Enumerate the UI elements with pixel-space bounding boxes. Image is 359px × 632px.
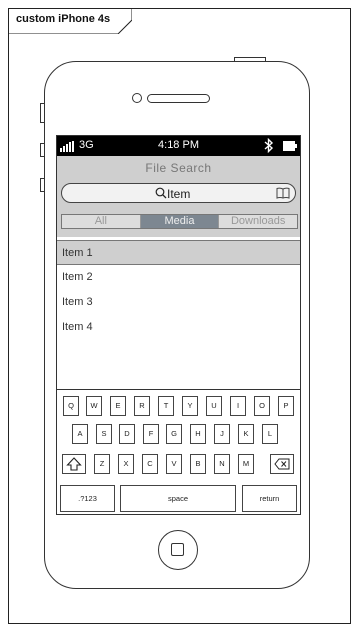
key-u[interactable]: U — [206, 396, 222, 416]
list-item[interactable]: Item 2 — [57, 265, 300, 290]
earpiece-speaker — [147, 94, 210, 103]
key-n[interactable]: N — [214, 454, 230, 474]
key-f[interactable]: F — [143, 424, 159, 444]
segmented-control: All Media Downloads — [61, 214, 298, 229]
keyboard: Q W E R T Y U I O P A S D F G H J K L Z … — [57, 389, 300, 514]
key-z[interactable]: Z — [94, 454, 110, 474]
list-item[interactable]: Item 4 — [57, 315, 300, 340]
key-o[interactable]: O — [254, 396, 270, 416]
list-item[interactable]: Item 1 — [57, 240, 300, 265]
key-w[interactable]: W — [86, 396, 102, 416]
key-q[interactable]: Q — [63, 396, 79, 416]
shift-icon — [66, 457, 82, 471]
key-p[interactable]: P — [278, 396, 294, 416]
key-b[interactable]: B — [190, 454, 206, 474]
key-m[interactable]: M — [238, 454, 254, 474]
key-c[interactable]: C — [142, 454, 158, 474]
search-icon — [155, 187, 167, 199]
numbers-key[interactable]: .?123 — [60, 485, 115, 512]
home-square-icon — [171, 543, 184, 556]
search-query: Item — [167, 187, 191, 201]
status-bar: 3G 4:18 PM — [57, 136, 300, 156]
shift-key[interactable] — [62, 454, 86, 474]
bluetooth-icon — [264, 138, 274, 153]
home-button[interactable] — [158, 530, 198, 570]
key-t[interactable]: T — [158, 396, 174, 416]
search-input[interactable]: Item — [61, 183, 296, 203]
key-j[interactable]: J — [214, 424, 230, 444]
list-item[interactable]: Item 3 — [57, 290, 300, 315]
key-r[interactable]: R — [134, 396, 150, 416]
frame-title: custom iPhone 4s — [16, 13, 111, 25]
segment-media[interactable]: Media — [140, 215, 220, 228]
front-camera — [132, 93, 142, 103]
key-a[interactable]: A — [72, 424, 88, 444]
key-g[interactable]: G — [166, 424, 182, 444]
backspace-key[interactable] — [270, 454, 294, 474]
return-key[interactable]: return — [242, 485, 297, 512]
battery-icon — [283, 141, 297, 151]
segment-downloads[interactable]: Downloads — [219, 215, 297, 228]
key-v[interactable]: V — [166, 454, 182, 474]
key-e[interactable]: E — [110, 396, 126, 416]
phone-screen: 3G 4:18 PM File Search Item All Media Do… — [56, 135, 301, 515]
key-l[interactable]: L — [262, 424, 278, 444]
key-h[interactable]: H — [190, 424, 206, 444]
bookmarks-icon[interactable] — [276, 187, 290, 199]
search-header: File Search Item All Media Downloads — [57, 156, 300, 237]
results-list: Item 1 Item 2 Item 3 Item 4 — [57, 240, 300, 340]
key-y[interactable]: Y — [182, 396, 198, 416]
key-d[interactable]: D — [119, 424, 135, 444]
key-x[interactable]: X — [118, 454, 134, 474]
segment-all[interactable]: All — [62, 215, 141, 228]
key-k[interactable]: K — [238, 424, 254, 444]
backspace-icon — [274, 458, 290, 470]
key-i[interactable]: I — [230, 396, 246, 416]
page-title: File Search — [145, 161, 212, 175]
space-key[interactable]: space — [120, 485, 236, 512]
key-s[interactable]: S — [96, 424, 112, 444]
